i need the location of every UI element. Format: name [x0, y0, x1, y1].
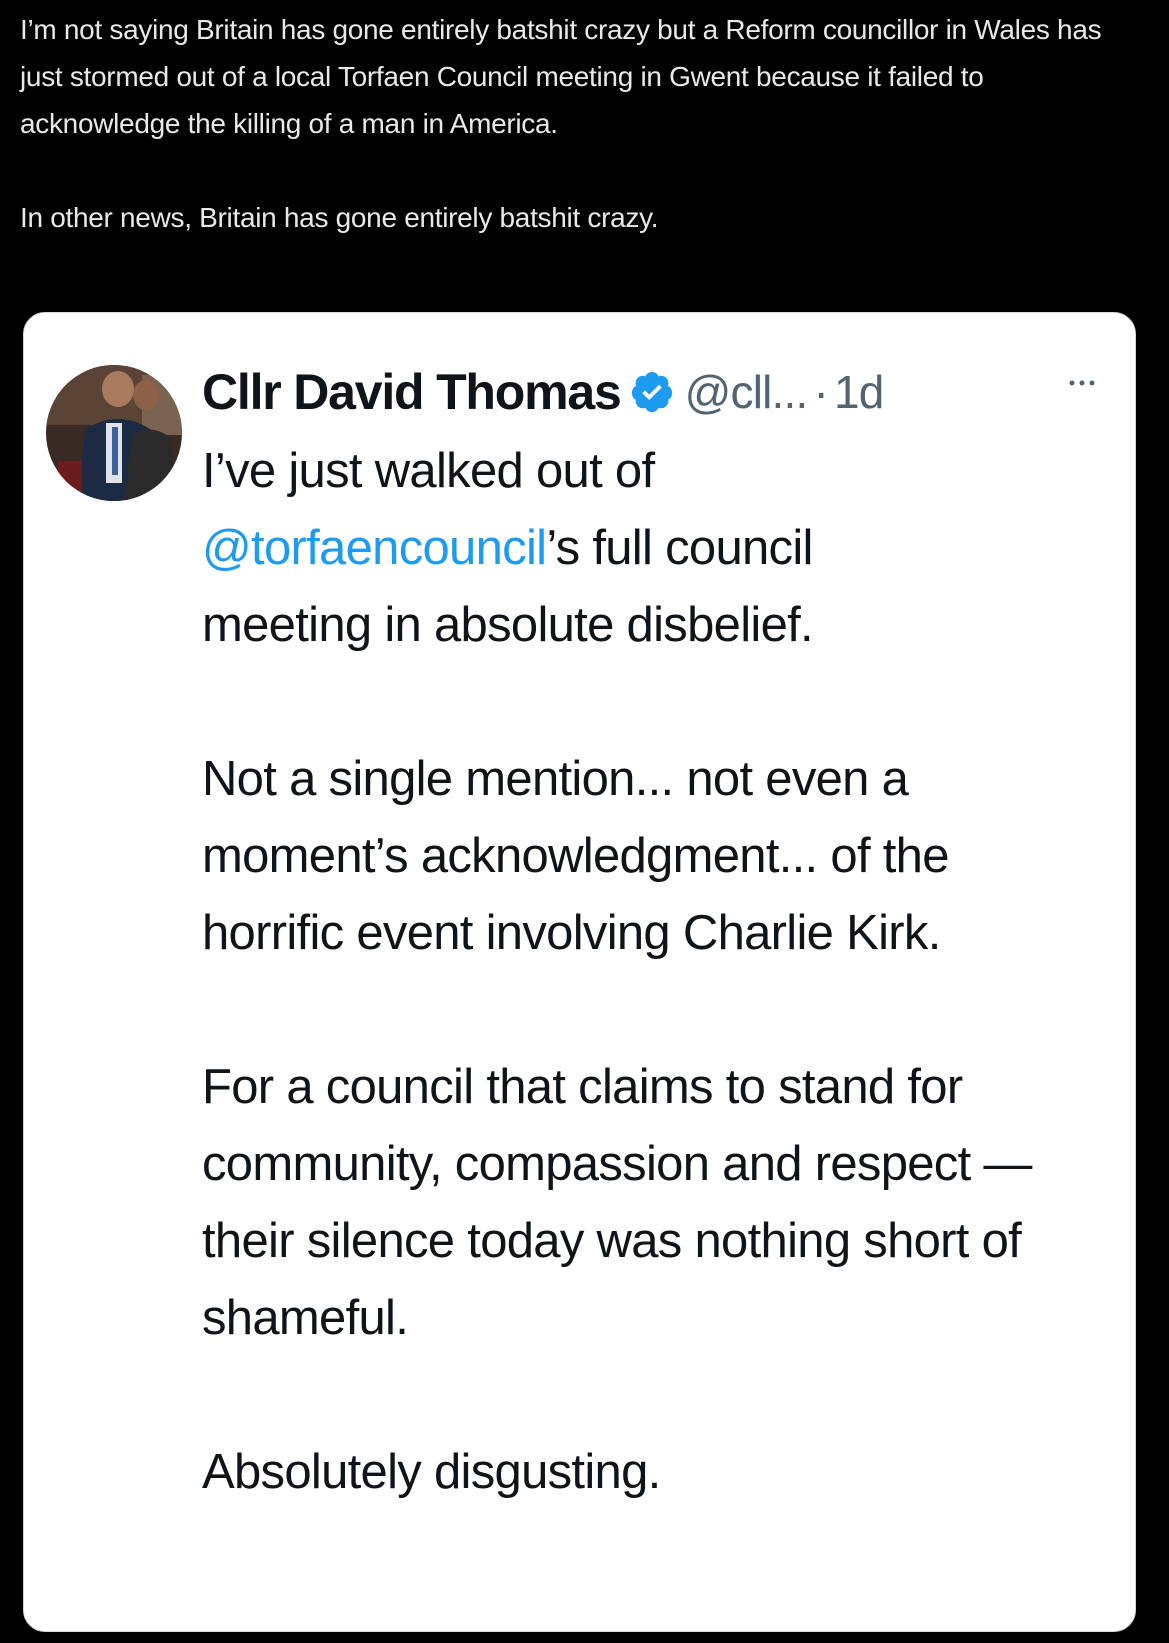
quoted-post-header: Cllr David Thomas @cll... · 1d: [202, 357, 884, 427]
author-handle[interactable]: @cll...: [685, 365, 809, 419]
timestamp[interactable]: 1d: [834, 365, 884, 419]
quote-line: @torfaencouncil’s full council: [202, 510, 1102, 587]
quoted-post-text: I’ve just walked out of @torfaencouncil’…: [202, 433, 1102, 1511]
quote-paragraph: Not a single mention... not even a momen…: [202, 752, 949, 960]
quote-line: meeting in absolute disbelief.: [202, 598, 814, 652]
quote-line-text: ’s full council: [546, 521, 813, 575]
mention-link[interactable]: @torfaencouncil: [202, 521, 547, 575]
avatar[interactable]: [46, 365, 182, 501]
quote-paragraph: For a council that claims to stand for c…: [202, 1060, 1032, 1345]
verified-badge-icon: [629, 369, 675, 415]
separator-dot: ·: [813, 366, 829, 418]
more-options-icon[interactable]: [1064, 373, 1108, 393]
quote-paragraph: Absolutely disgusting.: [202, 1445, 661, 1499]
quoted-post-card[interactable]: Cllr David Thomas @cll... · 1d I’ve just…: [23, 312, 1136, 1632]
post-text: I’m not saying Britain has gone entirely…: [20, 6, 1140, 241]
author-name[interactable]: Cllr David Thomas: [202, 363, 622, 421]
post-paragraph: I’m not saying Britain has gone entirely…: [20, 14, 1102, 139]
post-paragraph: In other news, Britain has gone entirely…: [20, 202, 659, 233]
quote-line: I’ve just walked out of: [202, 444, 655, 498]
